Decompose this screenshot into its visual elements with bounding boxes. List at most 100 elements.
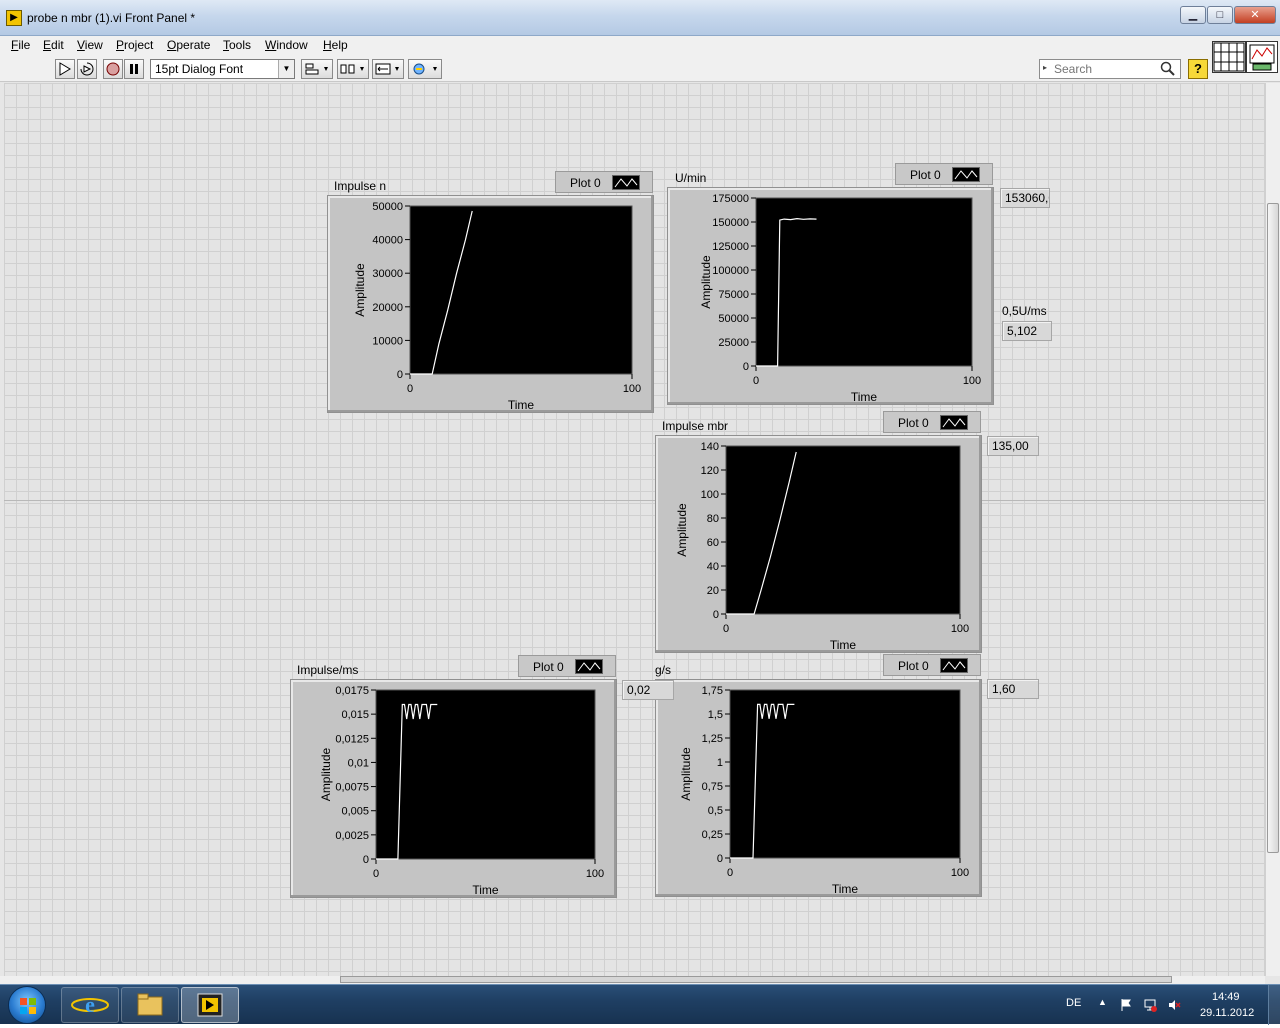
plot-line-icon (940, 415, 968, 430)
y-tick-label: 175000 (712, 193, 749, 205)
volume-muted-icon[interactable] (1167, 998, 1181, 1012)
search-scope-arrow-icon[interactable]: ▸ (1043, 63, 1047, 72)
menu-file[interactable]: File (11, 38, 30, 52)
run-continuously-icon[interactable] (77, 59, 97, 79)
menu-tools[interactable]: Tools (223, 38, 251, 52)
labview-app-icon[interactable]: ▶ (6, 10, 22, 26)
plot-legend-g-s[interactable]: Plot 0 (883, 654, 981, 676)
menu-help[interactable]: Help (323, 38, 348, 52)
distribute-objects-icon[interactable] (337, 59, 369, 79)
y-tick-label: 0,01 (348, 757, 369, 769)
plot-area-u-min[interactable] (755, 197, 973, 367)
y-tick-label: 100 (701, 489, 719, 501)
numeric-indicator-impulse-ms[interactable]: 0,02 (622, 680, 674, 700)
y-tick-label: 0 (717, 853, 723, 865)
y-tick-label: 25000 (718, 337, 749, 349)
maximize-button[interactable]: □ (1207, 6, 1233, 24)
legend-name: Plot 0 (570, 176, 601, 190)
waveform-chart-g-s[interactable]: 0 0,25 0,5 0,75 1 1,25 1,5 1,75 0 100 Time Amplitud… (655, 679, 982, 897)
horizontal-scrollbar-thumb[interactable] (340, 976, 1172, 983)
resize-objects-icon[interactable] (372, 59, 404, 79)
search-input[interactable] (1054, 61, 1162, 77)
align-objects-icon[interactable] (301, 59, 333, 79)
font-select[interactable]: 15pt Dialog Font ▼ (150, 59, 295, 79)
plot-line-icon (612, 175, 640, 190)
x-tick-label: 0 (723, 623, 729, 635)
y-tick-label: 50000 (372, 201, 403, 213)
chevron-down-icon: ▼ (278, 60, 294, 78)
taskbar-labview[interactable] (181, 987, 239, 1023)
y-tick-label: 0,0125 (335, 733, 369, 745)
context-help-button[interactable]: ? (1188, 59, 1208, 79)
graph-label-impulse-ms: Impulse/ms (297, 663, 359, 677)
clock-time[interactable]: 14:49 (1212, 991, 1240, 1003)
y-tick-label: 0,75 (702, 781, 723, 793)
vertical-scrollbar-thumb[interactable] (1267, 203, 1279, 853)
taskbar: e DE ▲ 14:49 29.11.2012 (0, 984, 1280, 1025)
plot-legend-impulse-mbr[interactable]: Plot 0 (883, 411, 981, 433)
numeric-indicator-rate[interactable]: 5,102 (1002, 321, 1052, 341)
x-tick-label: 0 (407, 383, 413, 395)
vi-icon[interactable] (1246, 41, 1278, 73)
run-arrow-icon[interactable] (55, 59, 75, 79)
minimize-button[interactable]: ▁ (1180, 6, 1206, 24)
y-tick-label: 0,5 (708, 805, 723, 817)
chart-svg-g-s: 0 0,25 0,5 0,75 1 1,25 1,5 1,75 0 100 Time Amplitud… (679, 685, 969, 896)
graph-label-u-min: U/min (675, 171, 707, 185)
waveform-chart-impulse-n[interactable]: 0 10000 20000 30000 40000 50000 0 100 Time Amplit… (327, 195, 654, 413)
plot-area-g-s[interactable] (729, 689, 961, 859)
y-tick-label: 0,0025 (335, 830, 369, 842)
network-icon[interactable] (1143, 998, 1157, 1012)
menu-operate[interactable]: Operate (167, 38, 210, 52)
start-button[interactable] (8, 986, 46, 1024)
show-desktop-button[interactable] (1268, 985, 1280, 1025)
horizontal-scrollbar[interactable] (0, 976, 1265, 984)
connector-pane-icon[interactable] (1212, 41, 1246, 73)
pause-icon[interactable] (124, 59, 144, 79)
plot-line-icon (575, 659, 603, 674)
action-center-flag-icon[interactable] (1119, 998, 1133, 1012)
x-tick-label: 0 (753, 375, 759, 387)
numeric-indicator-u-min[interactable]: 153060,0 (1000, 188, 1050, 208)
waveform-chart-impulse-mbr[interactable]: 0 20 40 60 80 100 120 140 0 100 Time Amplitude (655, 435, 982, 653)
windows-logo-icon (20, 998, 36, 1014)
menu-bar: File Edit View Project Operate Tools Win… (0, 36, 1280, 56)
abort-icon[interactable] (103, 59, 123, 79)
numeric-indicator-g-s[interactable]: 1,60 (987, 679, 1039, 699)
taskbar-file-explorer[interactable] (121, 987, 179, 1023)
plot-line-icon (952, 167, 980, 182)
vertical-scrollbar[interactable] (1265, 83, 1280, 976)
close-button[interactable]: ✕ (1234, 6, 1276, 24)
svg-text:e: e (85, 992, 95, 1017)
menu-view[interactable]: View (77, 38, 103, 52)
search-icon[interactable] (1160, 61, 1176, 77)
x-tick-label: 100 (951, 623, 969, 635)
plot-legend-impulse-ms[interactable]: Plot 0 (518, 655, 616, 677)
x-axis-title: Time (851, 390, 878, 404)
legend-name: Plot 0 (910, 168, 941, 182)
numeric-indicator-impulse-mbr[interactable]: 135,00 (987, 436, 1039, 456)
input-language[interactable]: DE (1066, 997, 1081, 1009)
chart-svg-impulse-ms: 0 0,0025 0,005 0,0075 0,01 0,0125 0,015 0,0175 0… (319, 685, 604, 897)
taskbar-internet-explorer[interactable]: e (61, 987, 119, 1023)
clock-date[interactable]: 29.11.2012 (1200, 1007, 1254, 1019)
show-hidden-icons-icon[interactable]: ▲ (1098, 997, 1107, 1007)
graph-label-impulse-mbr: Impulse mbr (662, 419, 729, 433)
menu-window[interactable]: Window (265, 38, 308, 52)
plot-legend-impulse-n[interactable]: Plot 0 (555, 171, 653, 193)
y-tick-label: 0,005 (341, 806, 369, 818)
menu-edit[interactable]: Edit (43, 38, 64, 52)
reorder-icon[interactable] (408, 59, 442, 79)
window-title: probe n mbr (1).vi Front Panel * (27, 11, 196, 25)
y-tick-label: 75000 (718, 289, 749, 301)
waveform-chart-u-min[interactable]: 0 25000 50000 75000 100000 125000 150000 175000… (667, 187, 994, 405)
x-tick-label: 100 (963, 375, 981, 387)
plot-area-impulse-ms[interactable] (375, 689, 596, 860)
x-tick-label: 100 (623, 383, 641, 395)
waveform-chart-impulse-ms[interactable]: 0 0,0025 0,005 0,0075 0,01 0,0125 0,015 0,0175 0… (290, 679, 617, 898)
menu-project[interactable]: Project (116, 38, 153, 52)
y-tick-label: 0 (743, 361, 749, 373)
y-tick-label: 1,25 (702, 733, 723, 745)
plot-legend-u-min[interactable]: Plot 0 (895, 163, 993, 185)
plot-area-impulse-n[interactable] (409, 205, 633, 375)
